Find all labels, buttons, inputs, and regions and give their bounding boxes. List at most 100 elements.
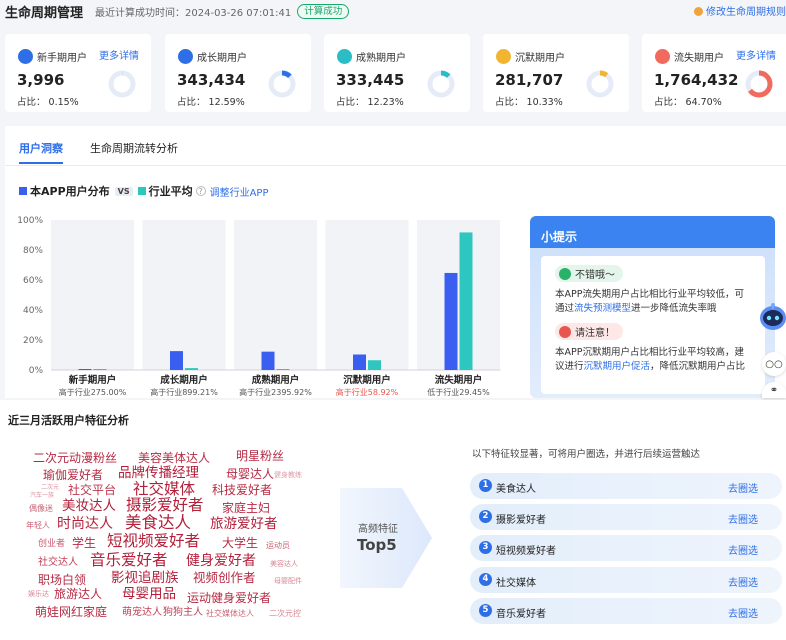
stat-value: 3,996 [17,71,65,89]
x-category-label: 成熟期用户 [252,374,300,386]
cloud-word: 音乐爱好者 [90,551,168,569]
tab-user-insight[interactable]: 用户洞察 [19,140,63,156]
cloud-word: 科技爱好者 [212,483,273,497]
cloud-word: 二次元动漫粉丝 [33,451,118,465]
arrow-top5: Top5 [357,536,397,554]
cloud-word: 短视频爱好者 [107,532,201,550]
select-users-link[interactable]: 去圈选 [728,480,758,495]
cloud-word: 社交平台 [68,483,117,497]
churn-model-link[interactable]: 流失预测模型 [574,303,631,314]
bar-app [170,351,183,370]
smile-icon [559,267,571,280]
good-tip-text-1: 本APP流失期用户占比相比行业平均较低，可 [555,289,744,300]
stat-card: 成熟期用户 333,445 占比： 12.23% [324,34,470,112]
feature-row: 3 短视频爱好者 去圈选 [470,535,782,561]
feature-row: 2 摄影爱好者 去圈选 [470,504,782,530]
adjust-industry-link[interactable]: 调整行业APP [210,184,269,199]
tips-content: 不错哦～ 本APP流失期用户占比相比行业平均较低，可 通过流失预测模型进一步降低… [541,256,765,394]
help-icon[interactable]: ? [195,186,206,196]
y-tick-label: 80% [23,246,43,256]
cloud-word: 萌宠达人 [122,607,162,618]
chat-icon[interactable]: ○○ [762,352,786,376]
user-icon [337,49,352,64]
more-details-link[interactable]: 更多详情 [736,47,776,62]
cloud-word: 视频创作者 [193,570,256,585]
y-tick-label: 40% [23,306,43,316]
select-users-link[interactable]: 去圈选 [728,605,758,620]
cloud-word: 二次元控 [269,609,301,618]
ratio-donut [108,70,136,98]
legend-app-label: 本APP用户分布 [30,185,110,198]
good-tip-badge: 不错哦～ [555,265,623,282]
stat-value: 333,445 [336,71,405,89]
feature-name: 短视频爱好者 [496,546,556,557]
stat-card: 沉默期用户 281,707 占比： 10.33% [483,34,629,112]
page-title: 生命周期管理 [5,5,84,21]
cloud-word: 健身爱好者 [186,553,256,569]
category-note: 高于行业58.92% [336,387,399,397]
feature-row: 1 美食达人 去圈选 [470,473,782,499]
cloud-word: 旅游达人 [54,587,103,601]
warn-tip-text-1: 本APP沉默期用户占比相比行业平均较高，建 [555,347,744,358]
cloud-word: 学生 [72,536,97,550]
cloud-word: 狗狗主人 [163,607,203,618]
category-panel [142,220,226,370]
cloud-word: 美容美体达人 [138,451,211,465]
active-user-features: 近三月活跃用户特征分析 二次元动漫粉丝 美容美体达人 明星粉丝 瑜伽爱好者 品牌传播经理… [0,400,786,640]
bar-industry [276,369,290,370]
cloud-word: 健身教练 [274,471,302,479]
feature-name: 摄影爱好者 [496,515,546,526]
bar-industry [185,368,198,370]
warn-tip-text-2a: 议进行 [555,361,584,372]
silent-activation-link[interactable]: 沉默期用户促活 [584,361,651,372]
y-tick-label: 60% [23,276,43,286]
category-panel [51,220,134,370]
more-details-link[interactable]: 更多详情 [99,47,139,62]
stat-ratio: 占比： 12.23% [336,97,404,108]
tab-lifecycle-flow[interactable]: 生命周期流转分析 [90,140,178,156]
y-tick-label: 20% [23,336,43,346]
cloud-word: 明星粉丝 [236,449,285,463]
modify-rules-label: 修改生命周期规则 [706,7,786,18]
lifecycle-bar-chart: 0% 20% 40% 60% 80% 100% 新手期用户高于行业275.00% 成长期用户高… [17,216,501,397]
cloud-word: 家庭主妇 [222,501,271,515]
y-tick-label: 100% [17,216,43,226]
cloud-word: 影视追剧族 [111,570,179,586]
ratio-donut [427,70,455,98]
category-panel [234,220,317,370]
stat-value: 1,764,432 [654,71,739,89]
select-users-link[interactable]: 去圈选 [728,542,758,557]
assistant-robot-icon[interactable] [756,300,786,336]
feature-name: 音乐爱好者 [496,609,546,620]
bar-app [78,369,92,370]
tips-box: 小提示 不错哦～ 本APP流失期用户占比相比行业平均较低，可 通过流失预测模型进… [530,216,775,398]
word-cloud: 二次元动漫粉丝 美容美体达人 明星粉丝 瑜伽爱好者 品牌传播经理 母婴达人 健身教练 二次元汽… [0,400,330,640]
rank-badge: 5 [479,604,492,617]
category-note: 高于行业275.00% [59,387,127,397]
cloud-word: 大学生 [222,536,259,550]
stat-label: 成长期用户 [197,53,247,64]
bar-industry [368,360,381,370]
stat-label: 新手期用户 [37,53,87,64]
bar-app [353,354,366,370]
cloud-word: 创业者 [38,539,66,549]
modify-rules-link[interactable]: 修改生命周期规则 [694,3,786,18]
stat-label: 成熟期用户 [356,53,406,64]
insight-panel: 用户洞察 生命周期流转分析 本APP用户分布 VS 行业平均 ? 调整行业APP… [5,126,786,398]
chart-legend: 本APP用户分布 VS 行业平均 ? 调整行业APP [19,183,269,199]
select-users-link[interactable]: 去圈选 [728,511,758,526]
cloud-word: 摄影爱好者 [126,496,204,514]
last-calc-time: 最近计算成功时间：2024-03-26 07:01:41 [95,7,292,19]
good-tip-text-2: 通过流失预测模型进一步降低流失率哦 [555,302,755,316]
cloud-word: 品牌传播经理 [118,465,199,481]
active-tab-indicator [19,162,63,164]
edit-icon [694,7,703,16]
bar-industry [459,232,473,370]
donut-track [108,70,136,98]
cloud-word: 年轻人 [26,521,50,530]
cloud-word: 美食达人 [125,513,191,532]
top5-arrow: 高频特征 Top5 [340,488,432,588]
stat-card: 流失期用户 更多详情 1,764,432 占比： 64.70% [642,34,786,112]
select-users-link[interactable]: 去圈选 [728,574,758,589]
feature-name: 社交媒体 [496,578,536,589]
